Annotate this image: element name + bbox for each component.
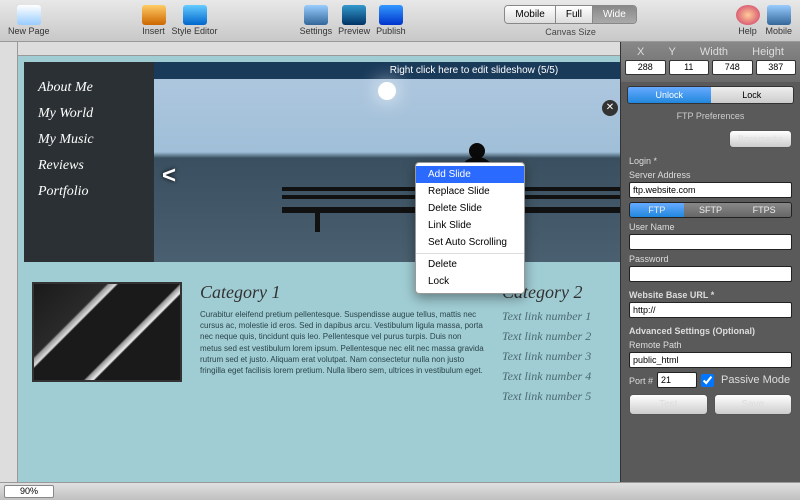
preview-button[interactable]: Preview — [338, 5, 370, 36]
base-url-label: Website Base URL * — [629, 290, 792, 300]
unlock-button[interactable]: Unlock — [628, 87, 711, 103]
style-editor-label: Style Editor — [172, 26, 218, 36]
brush-icon — [183, 5, 207, 25]
server-label: Server Address — [629, 170, 792, 180]
ftps-proto-button[interactable]: FTPS — [737, 203, 791, 217]
passive-label: Passive Mode — [721, 374, 790, 386]
help-icon — [736, 5, 760, 25]
canvas-wide-button[interactable]: Wide — [593, 6, 636, 23]
base-url-input[interactable] — [629, 302, 792, 318]
style-editor-button[interactable]: Style Editor — [172, 5, 218, 36]
mobile-button[interactable]: Mobile — [766, 5, 793, 36]
pencil-icon — [142, 5, 166, 25]
publish-button[interactable]: Publish — [376, 5, 406, 36]
page-icon — [17, 5, 41, 25]
ftp-proto-button[interactable]: FTP — [630, 203, 684, 217]
status-bar: 90% — [0, 482, 800, 500]
new-page-label: New Page — [8, 26, 50, 36]
sftp-proto-button[interactable]: SFTP — [684, 203, 738, 217]
save-button[interactable]: Save — [714, 394, 793, 415]
canvas-size-group: Mobile Full Wide Canvas Size — [504, 5, 636, 37]
insert-button[interactable]: Insert — [142, 5, 166, 36]
nav-music[interactable]: My Music — [38, 132, 140, 148]
gear-icon — [304, 5, 328, 25]
remote-path-input[interactable] — [629, 352, 792, 368]
nav-reviews[interactable]: Reviews — [38, 158, 140, 174]
password-input[interactable] — [629, 266, 792, 282]
ctx-separator — [416, 253, 524, 254]
inspector-panel: X Y Width Height 288 11 748 387 Unlock L… — [620, 42, 800, 482]
main-toolbar: New Page Insert Style Editor Settings Pr… — [0, 0, 800, 42]
thumbnail-image[interactable] — [32, 282, 182, 382]
settings-button[interactable]: Settings — [300, 5, 333, 36]
username-input[interactable] — [629, 234, 792, 250]
help-button[interactable]: Help — [736, 5, 760, 36]
ctx-link-slide[interactable]: Link Slide — [416, 217, 524, 234]
category1-body: Curabitur eleifend pretium pellentesque.… — [200, 309, 484, 376]
new-page-button[interactable]: New Page — [8, 5, 50, 36]
sun-graphic — [378, 82, 396, 100]
upload-icon — [379, 5, 403, 25]
server-input[interactable] — [629, 182, 792, 198]
canvas-size-label: Canvas Size — [545, 27, 596, 37]
port-input[interactable] — [657, 372, 697, 388]
height-label: Height — [752, 46, 784, 58]
width-label: Width — [700, 46, 728, 58]
mobile-icon — [767, 5, 791, 25]
help-label: Help — [738, 26, 757, 36]
insert-label: Insert — [142, 26, 165, 36]
zoom-select[interactable]: 90% — [4, 485, 54, 498]
ftp-panel-title: FTP Preferences — [621, 108, 800, 124]
nav-world[interactable]: My World — [38, 106, 140, 122]
ctx-lock[interactable]: Lock — [416, 273, 524, 290]
x-input[interactable]: 288 — [625, 60, 666, 75]
preview-label: Preview — [338, 26, 370, 36]
ctx-add-slide[interactable]: Add Slide — [416, 166, 524, 183]
eye-icon — [342, 5, 366, 25]
prev-slide-arrow[interactable]: < — [162, 162, 176, 190]
canvas-mobile-button[interactable]: Mobile — [505, 6, 555, 23]
ctx-delete[interactable]: Delete — [416, 256, 524, 273]
site-nav: About Me My World My Music Reviews Portf… — [24, 62, 154, 262]
passive-checkbox[interactable] — [701, 374, 714, 387]
test-button[interactable]: Test — [629, 394, 708, 415]
height-input[interactable]: 387 — [756, 60, 797, 75]
bookmarks-button[interactable]: Bookmarks — [729, 130, 792, 148]
ctx-delete-slide[interactable]: Delete Slide — [416, 200, 524, 217]
login-label: Login * — [629, 156, 792, 166]
y-input[interactable]: 11 — [669, 60, 710, 75]
ctx-auto-scroll[interactable]: Set Auto Scrolling — [416, 234, 524, 251]
nav-portfolio[interactable]: Portfolio — [38, 184, 140, 200]
port-label: Port # — [629, 376, 653, 386]
ctx-replace-slide[interactable]: Replace Slide — [416, 183, 524, 200]
password-label: Password — [629, 254, 792, 264]
remote-path-label: Remote Path — [629, 340, 792, 350]
nav-about[interactable]: About Me — [38, 80, 140, 96]
advanced-label: Advanced Settings (Optional) — [629, 326, 792, 336]
context-menu: Add Slide Replace Slide Delete Slide Lin… — [415, 162, 525, 294]
lock-button[interactable]: Lock — [711, 87, 794, 103]
settings-label: Settings — [300, 26, 333, 36]
x-label: X — [637, 46, 644, 58]
publish-label: Publish — [376, 26, 406, 36]
width-input[interactable]: 748 — [712, 60, 753, 75]
vertical-ruler — [0, 42, 18, 482]
mobile-label: Mobile — [766, 26, 793, 36]
y-label: Y — [668, 46, 675, 58]
close-panel-button[interactable]: ✕ — [602, 100, 618, 116]
canvas-full-button[interactable]: Full — [556, 6, 593, 23]
username-label: User Name — [629, 222, 792, 232]
